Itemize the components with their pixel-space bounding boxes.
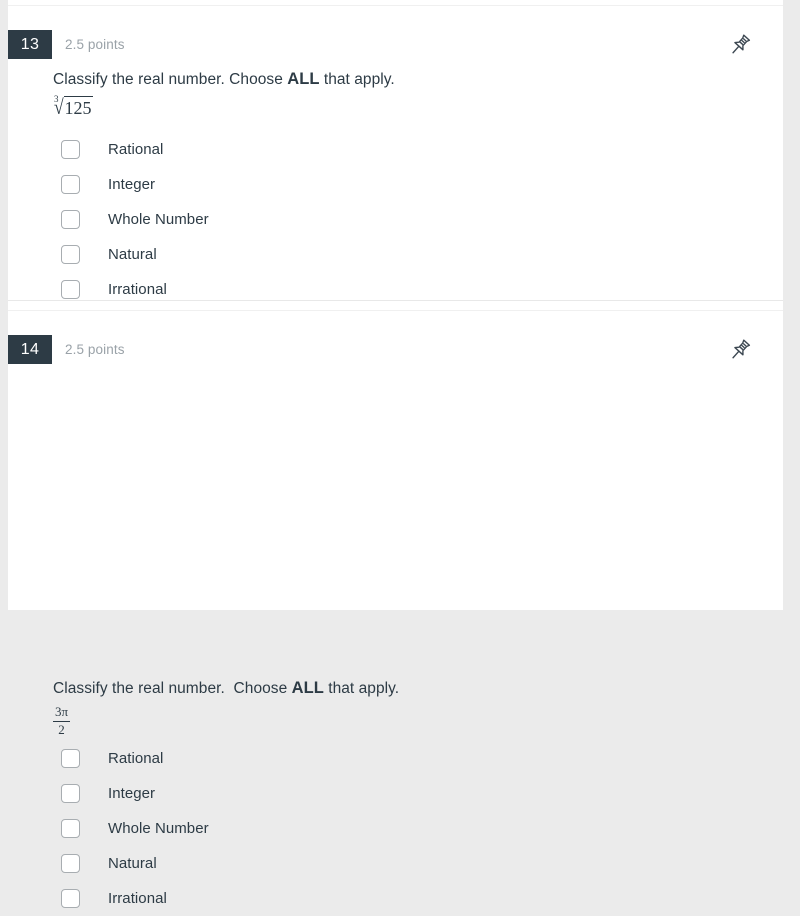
option-checkbox[interactable] <box>61 889 80 908</box>
answer-options-list: Rational Integer Whole Number Natural Ir… <box>53 132 763 307</box>
question-prompt: Classify the real number. Choose ALL tha… <box>53 678 763 699</box>
option-checkbox[interactable] <box>61 749 80 768</box>
option-label: Irrational <box>108 280 167 298</box>
question-card: 14 2.5 points Classify the real number. … <box>8 310 783 908</box>
option-row[interactable]: Integer <box>53 776 763 811</box>
fraction-denominator: 2 <box>53 720 71 738</box>
prompt-emphasis: ALL <box>291 679 324 697</box>
question-body: Classify the real number. Choose ALL tha… <box>53 678 763 916</box>
prompt-text-after: that apply. <box>319 71 395 88</box>
option-label: Whole Number <box>108 210 209 228</box>
question-card: 13 2.5 points Classify the real number. … <box>8 5 783 301</box>
option-label: Rational <box>108 749 164 767</box>
question-header: 13 2.5 points <box>8 6 783 59</box>
pin-question-button[interactable] <box>726 32 754 60</box>
option-checkbox[interactable] <box>61 784 80 803</box>
option-row[interactable]: Natural <box>53 237 763 272</box>
radicand: 125 <box>63 96 93 118</box>
option-checkbox[interactable] <box>61 854 80 873</box>
pin-question-button[interactable] <box>726 337 754 365</box>
option-checkbox[interactable] <box>61 245 80 264</box>
prompt-text-before: Classify the real number. Choose <box>53 71 288 88</box>
question-number-badge: 14 <box>8 335 52 364</box>
option-row[interactable]: Integer <box>53 167 763 202</box>
option-label: Whole Number <box>108 819 209 837</box>
option-row[interactable]: Rational <box>53 132 763 167</box>
option-label: Natural <box>108 854 157 872</box>
fraction-numerator: 3π <box>55 704 69 719</box>
fraction-expression: 3π 2 <box>53 704 71 738</box>
option-row[interactable]: Whole Number <box>53 202 763 237</box>
option-row[interactable]: Natural <box>53 846 763 881</box>
option-label: Integer <box>108 784 156 802</box>
option-label: Rational <box>108 140 164 158</box>
math-expression-radical: 3 √125 <box>53 95 763 122</box>
question-points: 2.5 points <box>65 342 125 357</box>
option-label: Integer <box>108 175 156 193</box>
question-prompt: Classify the real number. Choose ALL tha… <box>53 69 763 90</box>
quiz-page: 13 2.5 points Classify the real number. … <box>0 0 800 908</box>
option-row[interactable]: Rational <box>53 741 763 776</box>
prompt-text-after: that apply. <box>323 680 400 697</box>
radical-sign: √ <box>53 95 64 119</box>
option-checkbox[interactable] <box>61 819 80 838</box>
pushpin-icon <box>732 34 751 54</box>
option-checkbox[interactable] <box>61 280 80 299</box>
option-row[interactable]: Whole Number <box>53 811 763 846</box>
option-checkbox[interactable] <box>61 140 80 159</box>
question-points: 2.5 points <box>65 37 125 52</box>
math-expression-fraction: 3π 2 <box>53 704 763 737</box>
cube-root-expression: 3 √125 <box>53 95 93 119</box>
option-row[interactable]: Irrational <box>53 272 763 307</box>
question-body: Classify the real number. Choose ALL tha… <box>53 69 763 307</box>
option-checkbox[interactable] <box>61 175 80 194</box>
option-label: Natural <box>108 245 157 263</box>
prompt-text-before: Classify the real number. Choose <box>53 680 292 697</box>
question-header: 14 2.5 points <box>8 311 783 364</box>
answer-options-list: Rational Integer Whole Number Natural Ir… <box>53 741 763 916</box>
option-row[interactable]: Irrational <box>53 881 763 916</box>
option-checkbox[interactable] <box>61 210 80 229</box>
prompt-emphasis: ALL <box>287 70 320 88</box>
option-label: Irrational <box>108 889 167 907</box>
pushpin-icon <box>732 339 751 359</box>
question-number-badge: 13 <box>8 30 52 59</box>
